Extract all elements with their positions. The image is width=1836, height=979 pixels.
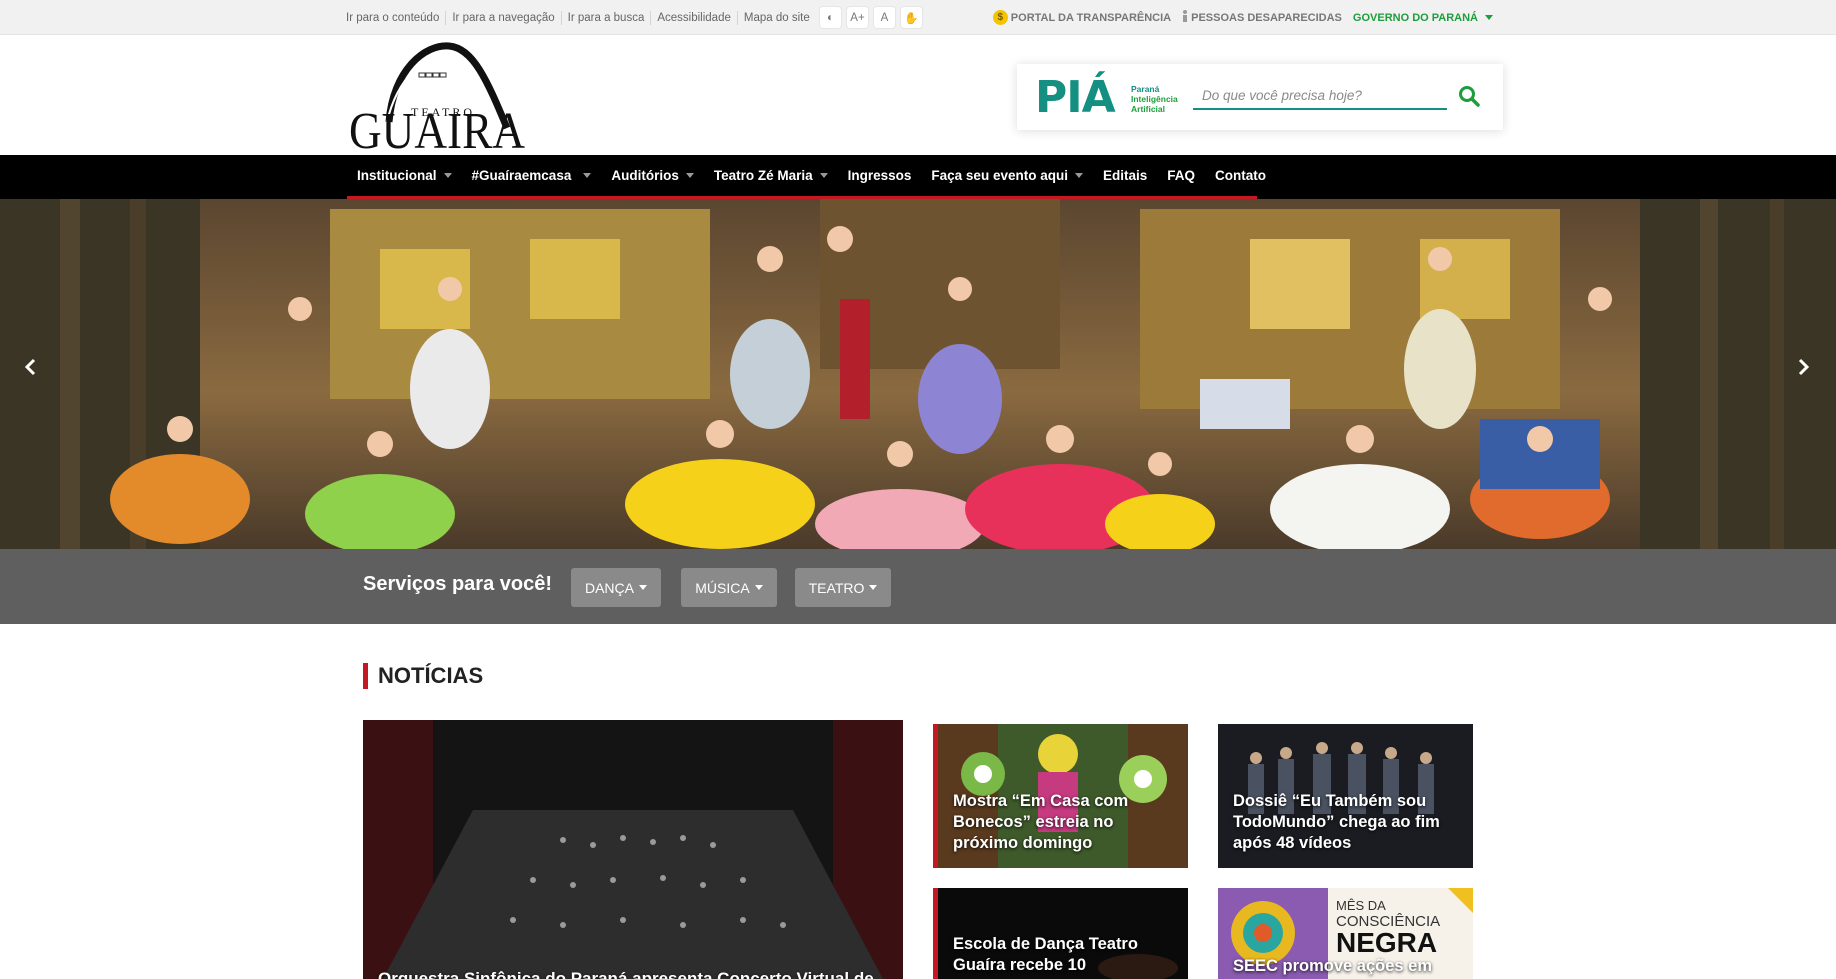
caret-down-icon bbox=[819, 173, 828, 178]
news-card-dossie[interactable]: Dossiê “Eu Também sou TodoMundo” chega a… bbox=[1218, 724, 1473, 868]
font-increase-button[interactable]: A+ bbox=[847, 7, 868, 28]
news-card-caption: Dossiê “Eu Também sou TodoMundo” chega a… bbox=[1233, 792, 1440, 852]
libras-hand-icon[interactable]: ✋ bbox=[901, 7, 922, 28]
sitemap-link[interactable]: Mapa do site bbox=[738, 11, 816, 25]
service-danca-button[interactable]: DANÇA bbox=[571, 568, 661, 607]
search-input[interactable] bbox=[1193, 82, 1447, 110]
news-card-caption: Escola de Dança Teatro Guaíra recebe 10 bbox=[953, 935, 1138, 974]
promo-line3: NEGRA bbox=[1336, 927, 1437, 958]
caret-down-icon bbox=[639, 585, 647, 590]
service-label: MÚSICA bbox=[695, 579, 750, 596]
missing-people-link[interactable]: PESSOAS DESAPARECIDAS bbox=[1182, 10, 1342, 25]
service-label: TEATRO bbox=[808, 579, 865, 596]
nav-item-auditorios[interactable]: Auditórios bbox=[601, 168, 704, 183]
news-card-caption: Orquestra Sinfônica do Paraná apresenta … bbox=[378, 969, 874, 979]
government-links: $ PORTAL DA TRANSPARÊNCIA PESSOAS DESAPA… bbox=[992, 0, 1493, 35]
government-dropdown[interactable]: GOVERNO DO PARANÁ bbox=[1353, 12, 1493, 24]
nav-item-faca-seu-evento[interactable]: Faça seu evento aqui bbox=[921, 168, 1093, 183]
nav-item-institucional[interactable]: Institucional bbox=[347, 168, 462, 183]
caret-down-icon bbox=[869, 585, 878, 590]
caret-down-icon bbox=[754, 585, 763, 590]
pia-subtitle-line1: Paraná bbox=[1131, 84, 1160, 94]
services-bar: Serviços para você! DANÇA MÚSICA TEATRO bbox=[0, 549, 1836, 624]
orchestra-image bbox=[363, 720, 903, 979]
nav-label: #Guaíraemcasa bbox=[471, 168, 572, 183]
caret-down-icon bbox=[1485, 15, 1493, 20]
accessibility-link[interactable]: Acessibilidade bbox=[651, 10, 738, 25]
transparency-portal-link[interactable]: $ PORTAL DA TRANSPARÊNCIA bbox=[992, 10, 1172, 25]
transparency-portal-label: PORTAL DA TRANSPARÊNCIA bbox=[1010, 11, 1172, 24]
nav-item-contato[interactable]: Contato bbox=[1205, 168, 1276, 183]
government-label: GOVERNO DO PARANÁ bbox=[1352, 11, 1478, 24]
contrast-icon[interactable]: ◐ bbox=[820, 7, 841, 28]
hero-carousel bbox=[0, 199, 1836, 549]
news-card-bonecos[interactable]: Mostra “Em Casa com Bonecos” estreia no … bbox=[933, 724, 1188, 868]
service-musica-button[interactable]: MÚSICA bbox=[681, 568, 777, 607]
nav-label: Editais bbox=[1102, 168, 1148, 183]
news-section-title: NOTÍCIAS bbox=[363, 663, 483, 689]
promo-line1: MÊS DA bbox=[1336, 898, 1386, 913]
carousel-next-button[interactable] bbox=[1792, 355, 1816, 379]
hero-ballet-image bbox=[0, 199, 1836, 549]
news-card-consciencia-negra[interactable]: MÊS DA CONSCIÊNCIA NEGRA SEEC promove aç… bbox=[1218, 888, 1473, 979]
nav-item-guairaemcasa[interactable]: #Guaíraemcasa bbox=[462, 168, 602, 183]
coin-icon: $ bbox=[992, 10, 1008, 25]
nav-label: Auditórios bbox=[611, 168, 679, 183]
nav-item-teatro-ze-maria[interactable]: Teatro Zé Maria bbox=[704, 168, 838, 183]
nav-label: Faça seu evento aqui bbox=[931, 168, 1068, 183]
pia-subtitle: Paraná Inteligência Artificial bbox=[1131, 84, 1178, 114]
search-icon[interactable] bbox=[1457, 84, 1481, 108]
pia-logo: PIÁ bbox=[1035, 72, 1116, 123]
caret-down-icon bbox=[685, 173, 694, 178]
nav-item-editais[interactable]: Editais bbox=[1093, 168, 1157, 183]
site-header bbox=[0, 35, 1836, 155]
caret-down-icon bbox=[443, 173, 452, 178]
service-label: DANÇA bbox=[584, 579, 634, 596]
pia-subtitle-line3: Artificial bbox=[1131, 104, 1166, 114]
services-title: Serviços para você! bbox=[363, 573, 552, 595]
caret-down-icon bbox=[1074, 173, 1083, 178]
pia-search-box: PIÁ Paraná Inteligência Artificial bbox=[1017, 64, 1503, 130]
caret-down-icon bbox=[583, 173, 592, 178]
missing-people-label: PESSOAS DESAPARECIDAS bbox=[1191, 11, 1342, 24]
nav-label: FAQ bbox=[1167, 168, 1195, 183]
skip-to-content-link[interactable]: Ir para o conteúdo bbox=[346, 10, 447, 25]
accessibility-tools: ◐ A+ A ✋ bbox=[820, 7, 922, 28]
main-navigation: Institucional #Guaíraemcasa Auditórios T… bbox=[0, 155, 1836, 199]
nav-label: Contato bbox=[1215, 168, 1266, 183]
nav-item-faq[interactable]: FAQ bbox=[1157, 168, 1205, 183]
skip-to-search-link[interactable]: Ir para a busca bbox=[562, 10, 652, 25]
nav-label: Teatro Zé Maria bbox=[713, 168, 813, 183]
news-card-orquestra[interactable]: Orquestra Sinfônica do Paraná apresenta … bbox=[363, 720, 903, 979]
news-card-caption: Mostra “Em Casa com Bonecos” estreia no … bbox=[953, 792, 1129, 852]
top-utility-bar: Ir para o conteúdo Ir para a navegação I… bbox=[0, 0, 1836, 35]
teatro-guaira-logo[interactable]: TEATRO GUAIRA bbox=[347, 40, 527, 160]
pia-subtitle-line2: Inteligência bbox=[1131, 94, 1178, 104]
skip-links: Ir para o conteúdo Ir para a navegação I… bbox=[346, 0, 816, 35]
service-teatro-button[interactable]: TEATRO bbox=[795, 568, 891, 607]
nav-label: Institucional bbox=[357, 168, 437, 183]
nav-label: Ingressos bbox=[847, 168, 912, 183]
nav-menu: Institucional #Guaíraemcasa Auditórios T… bbox=[347, 155, 1266, 199]
person-icon bbox=[1182, 10, 1188, 25]
nav-item-ingressos[interactable]: Ingressos bbox=[838, 168, 922, 183]
news-card-escola-danca[interactable]: Escola de Dança Teatro Guaíra recebe 10 bbox=[933, 888, 1188, 979]
carousel-prev-button[interactable] bbox=[18, 355, 42, 379]
skip-to-navigation-link[interactable]: Ir para a navegação bbox=[446, 10, 562, 25]
font-reset-button[interactable]: A bbox=[874, 7, 895, 28]
news-card-caption: SEEC promove ações em bbox=[1233, 957, 1432, 975]
logo-main-text: GUAIRA bbox=[349, 103, 525, 152]
